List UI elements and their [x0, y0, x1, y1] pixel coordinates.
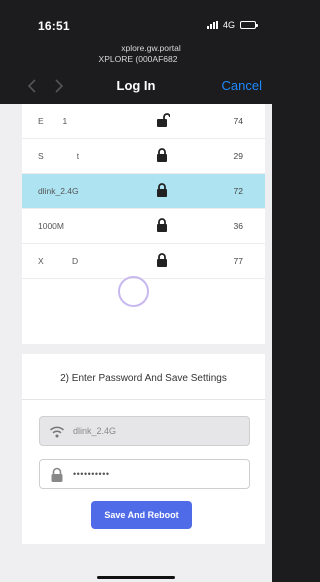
nav-bar: Log In Cancel [0, 68, 272, 104]
cellular-signal-icon [206, 21, 218, 29]
network-row[interactable]: E 1 74 [22, 104, 265, 139]
loading-spinner-icon [118, 276, 149, 307]
network-ssid: X D [38, 256, 79, 266]
status-time: 16:51 [38, 19, 70, 33]
network-row[interactable]: 1000M 36 [22, 209, 265, 244]
lock-icon [156, 148, 168, 162]
network-ssid: E 1 [38, 116, 68, 126]
status-indicators: 4G [206, 20, 258, 30]
settings-card: 2) Enter Password And Save Settings dlin… [22, 354, 265, 544]
ssid-field[interactable]: dlink_2.4G [39, 416, 250, 446]
divider [22, 399, 265, 400]
network-signal: 74 [233, 116, 243, 126]
url-host: xplore.gw.portal [121, 43, 181, 53]
settings-title: 2) Enter Password And Save Settings [60, 373, 227, 384]
network-ssid: dlink_2.4G [38, 186, 79, 196]
network-signal: 72 [233, 186, 243, 196]
save-and-reboot-button[interactable]: Save And Reboot [91, 501, 192, 529]
lock-icon [156, 183, 168, 197]
network-type: 4G [222, 20, 235, 30]
cancel-button[interactable]: Cancel [222, 78, 262, 93]
network-signal: 29 [233, 151, 243, 161]
password-value: •••••••••• [73, 469, 110, 479]
lock-icon [156, 218, 168, 232]
url-network-name: XPLORE (000AF682 [98, 54, 178, 64]
network-signal: 36 [233, 221, 243, 231]
lock-icon [49, 467, 65, 483]
url-area: xplore.gw.portal XPLORE (000AF682 [0, 34, 272, 68]
home-indicator [97, 576, 175, 579]
network-signal: 77 [233, 256, 243, 266]
lock-icon [156, 253, 168, 267]
network-row[interactable]: S t 29 [22, 139, 265, 174]
ssid-value: dlink_2.4G [73, 426, 117, 436]
network-row[interactable]: X D 77 [22, 244, 265, 279]
status-bar: 16:51 4G [0, 0, 272, 34]
portal-content: E 1 74 S t 29 dlink_2.4G 72 1000M 36 X D 77 2) En… [0, 104, 272, 582]
network-ssid: 1000M [38, 221, 64, 231]
network-row[interactable]: dlink_2.4G 72 [22, 174, 265, 209]
password-field[interactable]: •••••••••• [39, 459, 250, 489]
network-ssid: S t [38, 151, 80, 161]
battery-icon [240, 21, 258, 29]
unlock-icon [156, 113, 171, 127]
wifi-icon [49, 424, 65, 440]
network-list-card: E 1 74 S t 29 dlink_2.4G 72 1000M 36 X D 77 [22, 104, 265, 344]
